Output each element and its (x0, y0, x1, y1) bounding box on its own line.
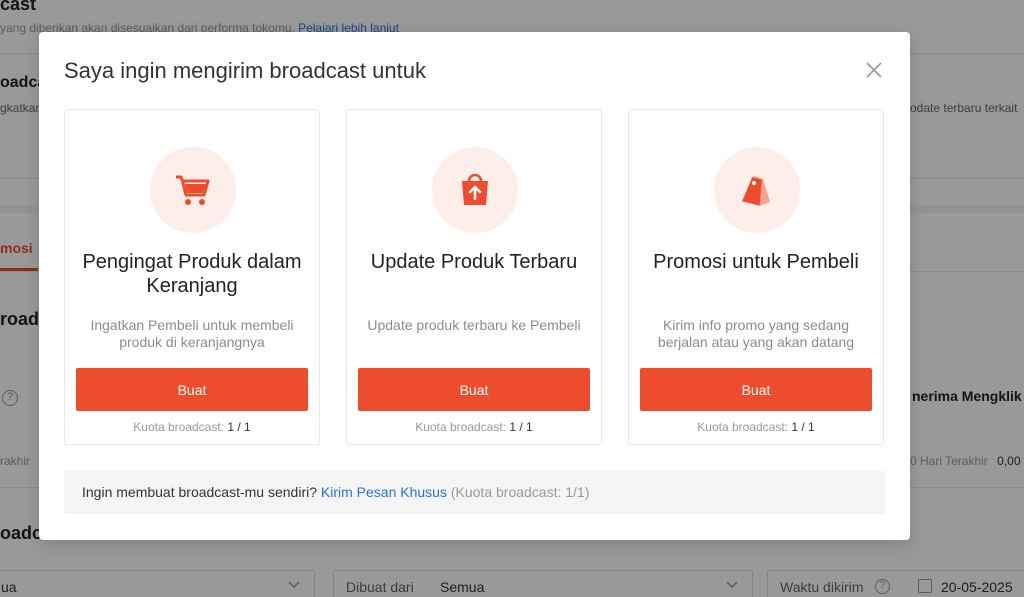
card-description: Ingatkan Pembeli untuk membeli produk di… (90, 317, 294, 350)
card-product-reminder: Pengingat Produk dalam Keranjang Ingatka… (64, 109, 320, 445)
create-button[interactable]: Buat (76, 368, 308, 411)
card-title: Pengingat Produk dalam Keranjang (82, 251, 302, 297)
footer-text: Ingin membuat broadcast-mu sendiri? (82, 484, 318, 500)
quota-info: Kuota broadcast: 1 / 1 (347, 420, 601, 434)
send-custom-message-link[interactable]: Kirim Pesan Khusus (321, 484, 447, 500)
icon-circle (150, 147, 236, 233)
quota-label: Kuota broadcast: (415, 420, 507, 434)
card-description: Kirim info promo yang sedang berjalan at… (657, 317, 855, 350)
price-tag-icon (742, 176, 770, 206)
card-title: Update Produk Terbaru (370, 251, 578, 273)
close-icon[interactable] (864, 60, 884, 80)
icon-circle (432, 147, 518, 233)
quota-info: Kuota broadcast: 1 / 1 (65, 420, 319, 434)
card-latest-product-update: Update Produk Terbaru Update produk terb… (346, 109, 602, 445)
create-button[interactable]: Buat (358, 368, 590, 411)
modal-title: Saya ingin mengirim broadcast untuk (64, 58, 426, 83)
quota-value: 1 / 1 (227, 420, 251, 434)
broadcast-type-modal: Saya ingin mengirim broadcast untuk Peng… (39, 32, 910, 540)
quota-label: Kuota broadcast: (697, 420, 789, 434)
card-buyer-promotion: Promosi untuk Pembeli Kirim info promo y… (628, 109, 884, 445)
quota-info: Kuota broadcast: 1 / 1 (629, 420, 883, 434)
bag-upload-icon (462, 173, 488, 205)
cart-icon (176, 175, 210, 205)
custom-message-footer: Ingin membuat broadcast-mu sendiri? Kiri… (64, 471, 885, 514)
icon-circle (714, 147, 800, 233)
card-title: Promosi untuk Pembeli (653, 251, 859, 273)
quota-value: 1 / 1 (791, 420, 815, 434)
card-description: Update produk terbaru ke Pembeli (367, 317, 581, 333)
create-button[interactable]: Buat (640, 368, 872, 411)
quota-label: Kuota broadcast: (133, 420, 225, 434)
footer-quota: (Kuota broadcast: 1/1) (450, 484, 590, 500)
quota-value: 1 / 1 (509, 420, 533, 434)
